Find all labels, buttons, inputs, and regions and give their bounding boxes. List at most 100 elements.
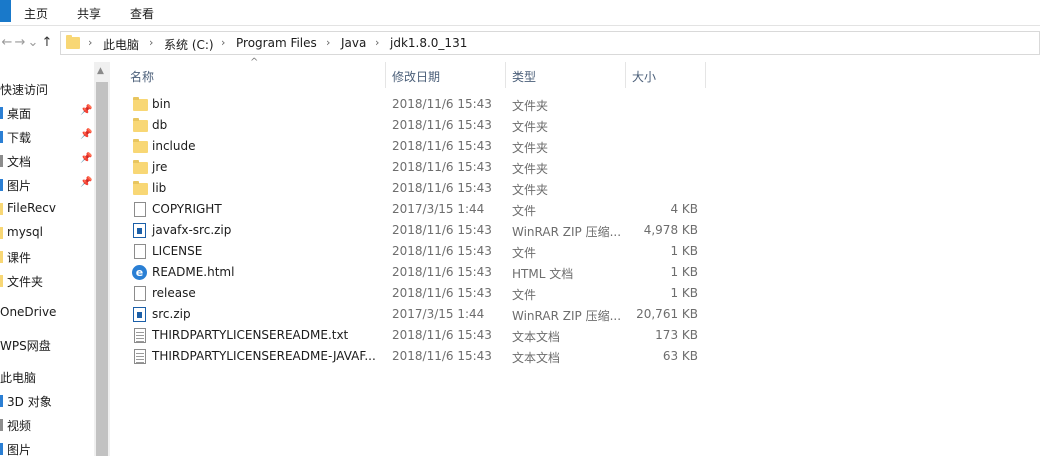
nav-3d-objects[interactable]: 3D 对象 [0,390,94,412]
nav-label: FileRecv [7,201,56,215]
up-icon[interactable]: ↑ [40,35,54,50]
nav-videos[interactable]: 视频 [0,414,94,436]
documents-icon [0,155,3,167]
file-size: 173 KB [655,328,698,342]
scroll-up-icon[interactable]: ▲ [97,66,104,76]
file-menu-button[interactable] [0,0,11,22]
nav-mysql[interactable]: mysql [0,222,94,244]
file-type: 文件 [512,288,537,302]
column-header-name[interactable]: 名称 [124,62,386,88]
nav-desktop[interactable]: 桌面 📌 [0,102,94,124]
recent-locations-icon[interactable]: ⌄ [26,35,40,50]
breadcrumb-separator-icon[interactable]: › [149,36,153,49]
file-row[interactable]: THIRDPARTYLICENSEREADME.txt 2018/11/6 15… [128,325,708,346]
text-document-icon [134,349,146,364]
breadcrumb-separator-icon[interactable]: › [326,36,330,49]
nav-downloads[interactable]: 下载 📌 [0,126,94,148]
pin-icon[interactable]: 📌 [80,105,92,116]
column-header-date[interactable]: 修改日期 [386,62,506,88]
tab-home[interactable]: 主页 [24,5,48,22]
file-date: 2018/11/6 15:43 [392,160,492,174]
back-icon[interactable]: ← [0,35,14,50]
file-name: include [152,139,196,153]
nav-label: 此电脑 [0,371,37,385]
file-date: 2018/11/6 15:43 [392,118,492,132]
nav-filerecv[interactable]: FileRecv [0,198,94,220]
file-row[interactable]: LICENSE 2018/11/6 15:43 文件 1 KB [128,241,708,262]
folder-icon [133,139,148,153]
nav-onedrive[interactable]: OneDrive [0,302,94,324]
nav-quick-access[interactable]: 快速访问 [0,78,94,100]
breadcrumb-drive-c[interactable]: 系统 (C:) [164,36,214,53]
file-row[interactable]: e README.html 2018/11/6 15:43 HTML 文档 1 … [128,262,708,283]
file-row[interactable]: bin 2018/11/6 15:43 文件夹 [128,94,708,115]
file-row[interactable]: include 2018/11/6 15:43 文件夹 [128,136,708,157]
nav-pictures[interactable]: 图片 📌 [0,174,94,196]
file-row[interactable]: THIRDPARTYLICENSEREADME-JAVAF... 2018/11… [128,346,708,367]
file-name: javafx-src.zip [152,223,232,237]
file-date: 2017/3/15 1:44 [392,202,485,216]
breadcrumb-separator-icon[interactable]: › [221,36,225,49]
file-type: HTML 文档 [512,267,574,281]
file-date: 2018/11/6 15:43 [392,244,492,258]
breadcrumb-jdk[interactable]: jdk1.8.0_131 [390,36,467,50]
nav-pictures-pc[interactable]: 图片 [0,438,94,456]
file-date: 2018/11/6 15:43 [392,97,492,111]
file-row[interactable]: lib 2018/11/6 15:43 文件夹 [128,178,708,199]
file-name: db [152,118,168,132]
file-type: 文件 [512,204,537,218]
tab-share[interactable]: 共享 [77,5,101,22]
file-row[interactable]: COPYRIGHT 2017/3/15 1:44 文件 4 KB [128,199,708,220]
address-bar[interactable]: › 此电脑 › 系统 (C:) › Program Files › Java ›… [60,31,1040,55]
breadcrumb-separator-icon[interactable]: › [375,36,379,49]
navigation-pane: 快速访问 桌面 📌 下载 📌 文档 📌 图片 📌 FileRecv mysql … [0,62,94,456]
nav-courseware[interactable]: 课件 [0,246,94,268]
breadcrumb-java[interactable]: Java [341,36,366,50]
folder-icon [0,251,3,263]
zip-archive-icon [133,307,146,322]
nav-wps-drive[interactable]: WPS网盘 [0,334,94,356]
column-header-type[interactable]: 类型 [506,62,626,88]
nav-scrollbar[interactable]: ▲ [94,62,110,456]
pictures-icon [0,443,3,455]
file-row[interactable]: db 2018/11/6 15:43 文件夹 [128,115,708,136]
file-name: LICENSE [152,244,203,258]
scrollbar-thumb[interactable] [96,82,108,456]
file-size: 1 KB [670,286,698,300]
file-row[interactable]: release 2018/11/6 15:43 文件 1 KB [128,283,708,304]
file-date: 2018/11/6 15:43 [392,328,492,342]
file-date: 2017/3/15 1:44 [392,307,485,321]
pin-icon[interactable]: 📌 [80,129,92,140]
file-name: COPYRIGHT [152,202,222,216]
breadcrumb-program-files[interactable]: Program Files [236,36,317,50]
file-type: 文件夹 [512,141,549,155]
folder-icon [0,227,3,239]
folder-icon [66,35,80,49]
pin-icon[interactable]: 📌 [80,153,92,164]
forward-icon[interactable]: → [13,35,27,50]
file-row[interactable]: jre 2018/11/6 15:43 文件夹 [128,157,708,178]
nav-label: 课件 [7,251,32,265]
file-type: WinRAR ZIP 压缩... [512,225,622,239]
file-name: README.html [152,265,235,279]
file-row[interactable]: javafx-src.zip 2018/11/6 15:43 WinRAR ZI… [128,220,708,241]
pin-icon[interactable]: 📌 [80,177,92,188]
videos-icon [0,419,3,431]
column-header-size[interactable]: 大小 [626,62,706,88]
column-header-label: 名称 [130,70,155,84]
nav-folder[interactable]: 文件夹 [0,270,94,292]
file-row[interactable]: src.zip 2017/3/15 1:44 WinRAR ZIP 压缩... … [128,304,708,325]
file-name: lib [152,181,167,195]
nav-documents[interactable]: 文档 📌 [0,150,94,172]
download-icon [0,131,3,143]
breadcrumb-separator-icon[interactable]: › [88,36,92,49]
tab-view[interactable]: 查看 [130,5,154,22]
file-date: 2018/11/6 15:43 [392,286,492,300]
nav-label: mysql [7,225,43,239]
file-type: WinRAR ZIP 压缩... [512,309,622,323]
ribbon: 主页 共享 查看 [0,0,1040,26]
file-type: 文件夹 [512,120,549,134]
nav-this-pc[interactable]: 此电脑 [0,366,94,388]
folder-icon [133,97,148,111]
breadcrumb-this-pc[interactable]: 此电脑 [103,36,139,53]
